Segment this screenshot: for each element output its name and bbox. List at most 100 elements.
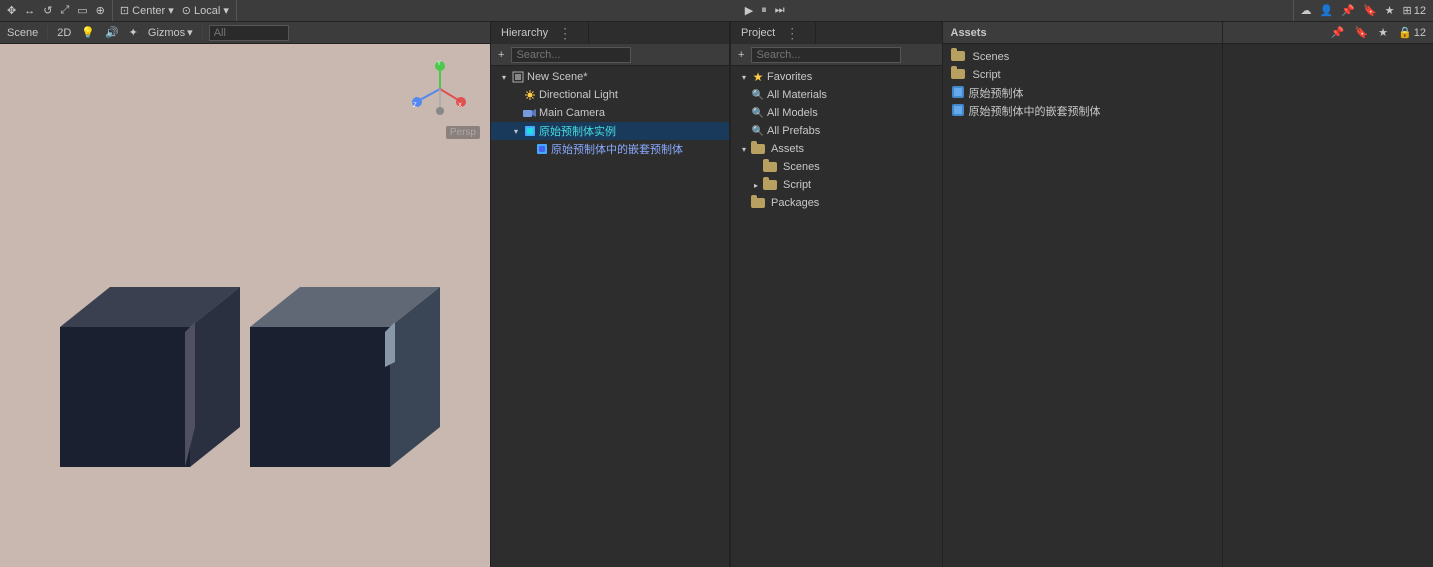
all-materials-item[interactable]: 🔍 All Materials <box>731 86 942 104</box>
lighting-btn[interactable]: 💡 <box>78 25 98 40</box>
scene-objects <box>30 247 460 487</box>
asset-scenes[interactable]: Scenes <box>943 48 1222 66</box>
prefab-icon <box>523 124 537 138</box>
star-btn[interactable]: ★ <box>1382 3 1398 18</box>
star-icon: ★ <box>751 70 765 84</box>
svg-text:Y: Y <box>437 61 441 67</box>
multi-btn[interactable]: ⊕ <box>93 3 108 18</box>
layers-count: 12 <box>1414 5 1426 17</box>
pi-label: 原始预制体实例 <box>539 123 616 139</box>
hierarchy-tab[interactable]: Hierarchy ⋮ <box>491 22 589 44</box>
asset-script-folder <box>951 68 965 82</box>
favorites-item[interactable]: ▾ ★ Favorites <box>731 68 942 86</box>
nested-prefab-icon <box>535 142 549 156</box>
asset-prefab2-label: 原始预制体中的嵌套预制体 <box>969 103 1101 119</box>
project-add-btn[interactable]: + <box>735 48 747 62</box>
search-icon-2: 🔍 <box>751 106 765 120</box>
scene-search[interactable] <box>209 25 289 41</box>
asset-prefab1-icon <box>951 85 965 102</box>
transform-tools: ✥ ↔ ↺ ⤢ ▭ ⊕ <box>0 0 112 21</box>
cloud-btn[interactable]: ☁ <box>1298 3 1315 18</box>
sep2 <box>202 26 203 40</box>
collab-btn[interactable]: 👤 <box>1317 3 1337 18</box>
pause-btn[interactable]: ⏸ <box>758 3 770 18</box>
scene-arrow: ▾ <box>499 72 509 82</box>
sun-icon <box>523 88 537 102</box>
scale-btn[interactable]: ⤢ <box>57 3 72 18</box>
assets-arrow: ▾ <box>739 144 749 154</box>
rect-btn[interactable]: ▭ <box>74 3 90 18</box>
script-label: Script <box>783 179 811 191</box>
play-btn[interactable]: ▶ <box>742 3 756 18</box>
assets-root-item[interactable]: ▾ Assets <box>731 140 942 158</box>
pivot-btn[interactable]: ⊡ Center ▾ <box>117 3 177 18</box>
search-icon-3: 🔍 <box>751 124 765 138</box>
pin-btn[interactable]: 📌 <box>1338 3 1358 18</box>
scene-view: Scene 2D 💡 🔊 ✦ Gizmos ▾ <box>0 22 490 567</box>
asset-prefab1[interactable]: 原始预制体 <box>943 84 1222 102</box>
inspector-panel: 📌 🔖 ★ 🔒 12 <box>1222 22 1433 567</box>
scene-options-btn[interactable]: Scene <box>4 26 41 40</box>
svg-text:Z: Z <box>413 103 417 109</box>
hierarchy-search[interactable] <box>511 47 631 63</box>
asset-scenes-folder <box>951 50 965 64</box>
scene-canvas: Y X Z Persp <box>0 44 490 567</box>
scene-root-item[interactable]: ▾ New Scene* <box>491 68 729 86</box>
asset-scenes-label: Scenes <box>973 51 1010 63</box>
fav-arrow: ▾ <box>739 72 749 82</box>
hierarchy-more[interactable]: ⋮ <box>552 25 578 42</box>
project-content: ▾ ★ Favorites 🔍 All Materials 🔍 All Mode… <box>731 66 942 567</box>
step-btn[interactable]: ⏭ <box>772 3 788 18</box>
all-prefabs-item[interactable]: 🔍 All Prefabs <box>731 122 942 140</box>
packages-item[interactable]: ▸ Packages <box>731 194 942 212</box>
asset-prefab2-icon <box>951 103 965 120</box>
transform-btn[interactable]: ✥ <box>4 3 19 18</box>
2d-btn[interactable]: 2D <box>54 26 74 40</box>
packages-folder-icon <box>751 196 765 210</box>
gizmos-btn[interactable]: Gizmos ▾ <box>145 25 196 40</box>
bookmark-btn[interactable]: 🔖 <box>1360 3 1380 18</box>
hierarchy-toolbar: + <box>491 44 729 66</box>
local-btn[interactable]: ⊙ Local ▾ <box>179 3 232 18</box>
scenes-item[interactable]: ▸ Scenes <box>731 158 942 176</box>
project-panel: Project ⋮ + ▾ ★ Favorites 🔍 All Material… <box>730 22 942 567</box>
asset-prefab1-label: 原始预制体 <box>969 85 1024 101</box>
project-tab-label: Project <box>741 27 775 39</box>
hierarchy-panel: Hierarchy ⋮ + ▾ New Scene* <box>490 22 730 567</box>
layers-icon: ⊞ <box>1403 4 1412 17</box>
scene-gizmo[interactable]: Y X Z <box>410 59 470 119</box>
hierarchy-header: Hierarchy ⋮ <box>491 22 729 44</box>
camera-icon <box>523 106 537 120</box>
sep <box>47 26 48 40</box>
move-btn[interactable]: ↔ <box>21 4 38 18</box>
directional-light-item[interactable]: ▸ Directional Light <box>491 86 729 104</box>
asset-script[interactable]: Script <box>943 66 1222 84</box>
inspector-toolbar: 📌 🔖 ★ 🔒 12 <box>1223 22 1433 44</box>
fx-btn[interactable]: ✦ <box>126 25 141 40</box>
inspector-bookmark[interactable]: 🔖 <box>1351 25 1371 40</box>
nested-prefab-item[interactable]: ▸ 原始预制体中的嵌套预制体 <box>491 140 729 158</box>
layers-btn[interactable]: ⊞ 12 <box>1400 3 1429 18</box>
all-models-item[interactable]: 🔍 All Models <box>731 104 942 122</box>
script-item[interactable]: ▸ Script <box>731 176 942 194</box>
prefab-instance-item[interactable]: ▾ 原始预制体实例 <box>491 122 729 140</box>
project-tab[interactable]: Project ⋮ <box>731 22 816 44</box>
scene-icon <box>511 70 525 84</box>
fav-label: Favorites <box>767 71 812 83</box>
scene-name: New Scene* <box>527 71 588 83</box>
assets-header: Assets <box>943 22 1222 44</box>
rotate-btn[interactable]: ↺ <box>40 3 55 18</box>
dl-label: Directional Light <box>539 89 618 101</box>
hierarchy-add-btn[interactable]: + <box>495 48 507 62</box>
search-icon-1: 🔍 <box>751 88 765 102</box>
assets-folder-icon <box>751 142 765 156</box>
project-toolbar: + <box>731 44 942 66</box>
main-camera-item[interactable]: ▸ Main Camera <box>491 104 729 122</box>
audio-btn[interactable]: 🔊 <box>102 25 122 40</box>
inspector-lock[interactable]: 🔒 12 <box>1395 25 1429 40</box>
asset-prefab2[interactable]: 原始预制体中的嵌套预制体 <box>943 102 1222 120</box>
project-more[interactable]: ⋮ <box>779 25 805 42</box>
inspector-pin[interactable]: 📌 <box>1328 25 1348 40</box>
project-search[interactable] <box>751 47 901 63</box>
inspector-star[interactable]: ★ <box>1375 25 1391 40</box>
